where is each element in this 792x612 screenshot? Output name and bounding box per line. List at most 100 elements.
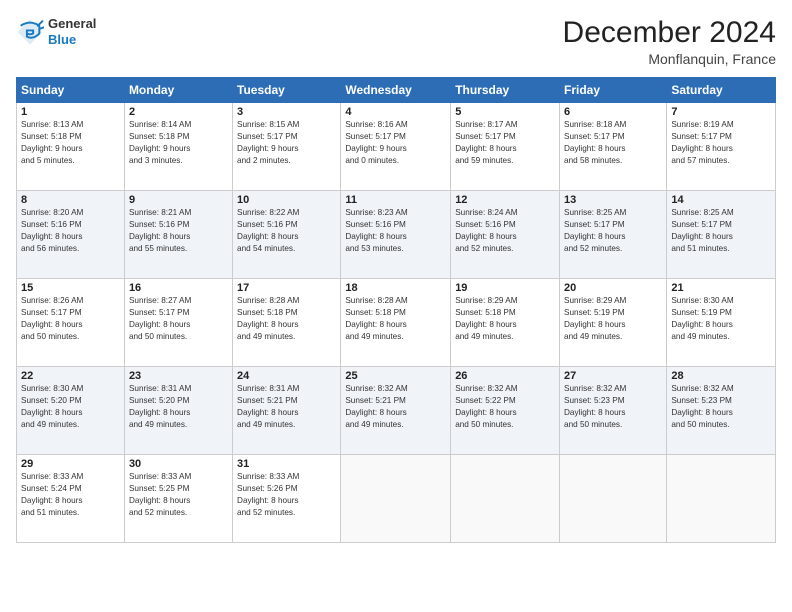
day-info: Sunrise: 8:32 AMSunset: 5:21 PMDaylight:… (345, 383, 446, 431)
day-number: 29 (21, 458, 120, 470)
col-sunday: Sunday (17, 78, 125, 103)
table-cell (560, 455, 667, 543)
day-number: 2 (129, 106, 228, 118)
day-info: Sunrise: 8:30 AMSunset: 5:20 PMDaylight:… (21, 383, 120, 431)
logo-icon (16, 18, 44, 46)
table-cell: 10Sunrise: 8:22 AMSunset: 5:16 PMDayligh… (233, 191, 341, 279)
day-info: Sunrise: 8:15 AMSunset: 5:17 PMDaylight:… (237, 119, 336, 167)
table-cell (341, 455, 451, 543)
logo-text: General Blue (48, 16, 96, 47)
table-cell: 3Sunrise: 8:15 AMSunset: 5:17 PMDaylight… (233, 103, 341, 191)
day-info: Sunrise: 8:30 AMSunset: 5:19 PMDaylight:… (671, 295, 771, 343)
day-info: Sunrise: 8:19 AMSunset: 5:17 PMDaylight:… (671, 119, 771, 167)
day-number: 27 (564, 370, 662, 382)
calendar-week-row: 29Sunrise: 8:33 AMSunset: 5:24 PMDayligh… (17, 455, 776, 543)
table-cell: 11Sunrise: 8:23 AMSunset: 5:16 PMDayligh… (341, 191, 451, 279)
logo-general: General (48, 16, 96, 32)
day-number: 9 (129, 194, 228, 206)
calendar-week-row: 1Sunrise: 8:13 AMSunset: 5:18 PMDaylight… (17, 103, 776, 191)
table-cell: 7Sunrise: 8:19 AMSunset: 5:17 PMDaylight… (667, 103, 776, 191)
calendar-week-row: 15Sunrise: 8:26 AMSunset: 5:17 PMDayligh… (17, 279, 776, 367)
day-info: Sunrise: 8:16 AMSunset: 5:17 PMDaylight:… (345, 119, 446, 167)
day-info: Sunrise: 8:33 AMSunset: 5:24 PMDaylight:… (21, 471, 120, 519)
table-cell: 18Sunrise: 8:28 AMSunset: 5:18 PMDayligh… (341, 279, 451, 367)
day-number: 1 (21, 106, 120, 118)
day-number: 19 (455, 282, 555, 294)
day-info: Sunrise: 8:29 AMSunset: 5:19 PMDaylight:… (564, 295, 662, 343)
day-info: Sunrise: 8:28 AMSunset: 5:18 PMDaylight:… (345, 295, 446, 343)
table-cell: 5Sunrise: 8:17 AMSunset: 5:17 PMDaylight… (451, 103, 560, 191)
table-cell: 29Sunrise: 8:33 AMSunset: 5:24 PMDayligh… (17, 455, 125, 543)
table-cell: 15Sunrise: 8:26 AMSunset: 5:17 PMDayligh… (17, 279, 125, 367)
table-cell: 20Sunrise: 8:29 AMSunset: 5:19 PMDayligh… (560, 279, 667, 367)
table-cell: 21Sunrise: 8:30 AMSunset: 5:19 PMDayligh… (667, 279, 776, 367)
table-cell: 12Sunrise: 8:24 AMSunset: 5:16 PMDayligh… (451, 191, 560, 279)
day-info: Sunrise: 8:23 AMSunset: 5:16 PMDaylight:… (345, 207, 446, 255)
day-info: Sunrise: 8:14 AMSunset: 5:18 PMDaylight:… (129, 119, 228, 167)
day-info: Sunrise: 8:22 AMSunset: 5:16 PMDaylight:… (237, 207, 336, 255)
subtitle: Monflanquin, France (563, 51, 776, 67)
day-number: 3 (237, 106, 336, 118)
day-info: Sunrise: 8:33 AMSunset: 5:25 PMDaylight:… (129, 471, 228, 519)
day-number: 5 (455, 106, 555, 118)
day-info: Sunrise: 8:25 AMSunset: 5:17 PMDaylight:… (564, 207, 662, 255)
col-tuesday: Tuesday (233, 78, 341, 103)
table-cell: 24Sunrise: 8:31 AMSunset: 5:21 PMDayligh… (233, 367, 341, 455)
day-number: 22 (21, 370, 120, 382)
table-cell (667, 455, 776, 543)
col-wednesday: Wednesday (341, 78, 451, 103)
day-number: 7 (671, 106, 771, 118)
col-saturday: Saturday (667, 78, 776, 103)
day-info: Sunrise: 8:18 AMSunset: 5:17 PMDaylight:… (564, 119, 662, 167)
table-cell: 19Sunrise: 8:29 AMSunset: 5:18 PMDayligh… (451, 279, 560, 367)
page: General Blue December 2024 Monflanquin, … (0, 0, 792, 612)
day-number: 10 (237, 194, 336, 206)
table-cell: 8Sunrise: 8:20 AMSunset: 5:16 PMDaylight… (17, 191, 125, 279)
table-cell: 2Sunrise: 8:14 AMSunset: 5:18 PMDaylight… (124, 103, 232, 191)
table-cell: 31Sunrise: 8:33 AMSunset: 5:26 PMDayligh… (233, 455, 341, 543)
day-info: Sunrise: 8:31 AMSunset: 5:20 PMDaylight:… (129, 383, 228, 431)
day-info: Sunrise: 8:21 AMSunset: 5:16 PMDaylight:… (129, 207, 228, 255)
day-number: 28 (671, 370, 771, 382)
table-cell: 27Sunrise: 8:32 AMSunset: 5:23 PMDayligh… (560, 367, 667, 455)
col-thursday: Thursday (451, 78, 560, 103)
day-info: Sunrise: 8:17 AMSunset: 5:17 PMDaylight:… (455, 119, 555, 167)
day-number: 31 (237, 458, 336, 470)
table-cell: 14Sunrise: 8:25 AMSunset: 5:17 PMDayligh… (667, 191, 776, 279)
table-cell: 23Sunrise: 8:31 AMSunset: 5:20 PMDayligh… (124, 367, 232, 455)
calendar-header-row: Sunday Monday Tuesday Wednesday Thursday… (17, 78, 776, 103)
day-number: 4 (345, 106, 446, 118)
table-cell (451, 455, 560, 543)
day-number: 6 (564, 106, 662, 118)
col-friday: Friday (560, 78, 667, 103)
table-cell: 30Sunrise: 8:33 AMSunset: 5:25 PMDayligh… (124, 455, 232, 543)
logo-blue: Blue (48, 32, 96, 48)
day-info: Sunrise: 8:32 AMSunset: 5:23 PMDaylight:… (671, 383, 771, 431)
table-cell: 4Sunrise: 8:16 AMSunset: 5:17 PMDaylight… (341, 103, 451, 191)
day-number: 15 (21, 282, 120, 294)
day-info: Sunrise: 8:26 AMSunset: 5:17 PMDaylight:… (21, 295, 120, 343)
day-info: Sunrise: 8:25 AMSunset: 5:17 PMDaylight:… (671, 207, 771, 255)
day-number: 12 (455, 194, 555, 206)
day-number: 14 (671, 194, 771, 206)
day-info: Sunrise: 8:29 AMSunset: 5:18 PMDaylight:… (455, 295, 555, 343)
day-info: Sunrise: 8:13 AMSunset: 5:18 PMDaylight:… (21, 119, 120, 167)
day-info: Sunrise: 8:33 AMSunset: 5:26 PMDaylight:… (237, 471, 336, 519)
day-info: Sunrise: 8:32 AMSunset: 5:22 PMDaylight:… (455, 383, 555, 431)
day-number: 13 (564, 194, 662, 206)
main-title: December 2024 (563, 16, 776, 49)
day-number: 26 (455, 370, 555, 382)
day-number: 24 (237, 370, 336, 382)
day-info: Sunrise: 8:20 AMSunset: 5:16 PMDaylight:… (21, 207, 120, 255)
col-monday: Monday (124, 78, 232, 103)
header: General Blue December 2024 Monflanquin, … (16, 16, 776, 67)
day-info: Sunrise: 8:27 AMSunset: 5:17 PMDaylight:… (129, 295, 228, 343)
table-cell: 28Sunrise: 8:32 AMSunset: 5:23 PMDayligh… (667, 367, 776, 455)
table-cell: 9Sunrise: 8:21 AMSunset: 5:16 PMDaylight… (124, 191, 232, 279)
day-number: 20 (564, 282, 662, 294)
calendar: Sunday Monday Tuesday Wednesday Thursday… (16, 77, 776, 543)
table-cell: 25Sunrise: 8:32 AMSunset: 5:21 PMDayligh… (341, 367, 451, 455)
day-number: 18 (345, 282, 446, 294)
day-number: 23 (129, 370, 228, 382)
day-number: 21 (671, 282, 771, 294)
